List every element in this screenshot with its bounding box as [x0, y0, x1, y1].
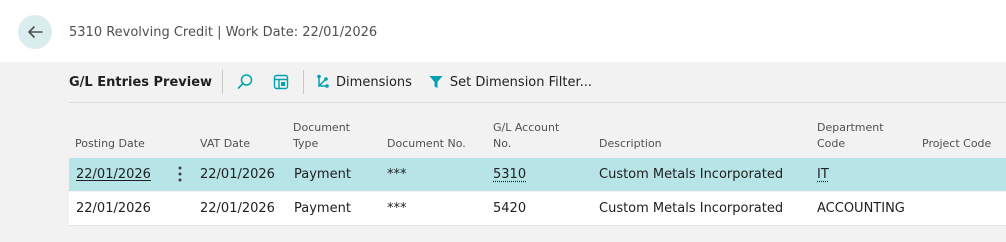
department-code-cell[interactable]: ACCOUNTING [817, 192, 905, 225]
toolbar-divider [222, 70, 224, 94]
search-button[interactable] [233, 70, 257, 94]
layout-icon [273, 74, 289, 90]
set-dimension-filter-label: Set Dimension Filter... [449, 74, 593, 90]
row-menu-button[interactable] [173, 164, 187, 184]
back-button[interactable] [18, 15, 52, 49]
document-type-cell: Payment [294, 167, 351, 182]
department-code-cell[interactable]: IT [817, 158, 829, 191]
toolbar-divider [303, 70, 305, 94]
column-header-gl-account-no[interactable]: G/L Account No. [493, 120, 559, 152]
vat-date-cell: 22/01/2026 [200, 167, 275, 182]
description-cell: Custom Metals Incorporated [599, 167, 784, 182]
column-header-description[interactable]: Description [599, 136, 662, 152]
posting-date-cell[interactable]: 22/01/2026 [76, 192, 151, 225]
document-no-cell: *** [387, 201, 407, 216]
vat-date-cell: 22/01/2026 [200, 201, 275, 216]
arrow-left-icon [28, 26, 43, 38]
part-title: G/L Entries Preview [69, 74, 213, 90]
layout-button[interactable] [269, 70, 293, 94]
column-header-department-code[interactable]: Department Code [817, 120, 884, 152]
action-bar: G/L Entries Preview Dimensions Set Dimen… [69, 62, 1006, 103]
page-header: 5310 Revolving Credit | Work Date: 22/01… [0, 0, 1006, 62]
document-type-cell: Payment [294, 201, 351, 216]
column-header-posting-date[interactable]: Posting Date [75, 136, 145, 152]
column-header-document-no[interactable]: Document No. [387, 136, 466, 152]
column-header-project-code[interactable]: Project Code [922, 136, 991, 152]
search-icon [237, 74, 253, 89]
filter-icon [429, 76, 443, 88]
description-cell: Custom Metals Incorporated [599, 201, 784, 216]
posting-date-cell[interactable]: 22/01/2026 [76, 158, 151, 191]
column-header-vat-date[interactable]: VAT Date [200, 136, 250, 152]
table-row[interactable]: 22/01/2026 22/01/2026 Payment *** 5310 C… [69, 158, 1006, 191]
dimensions-button[interactable]: Dimensions [314, 74, 412, 90]
dimensions-icon [317, 74, 329, 88]
page-title: 5310 Revolving Credit | Work Date: 22/01… [69, 25, 378, 40]
column-header-document-type[interactable]: Document Type [293, 120, 350, 152]
table-row[interactable]: 22/01/2026 22/01/2026 Payment *** 5420 C… [69, 192, 1006, 226]
more-vertical-icon [178, 166, 182, 182]
dimensions-label: Dimensions [336, 74, 412, 90]
set-dimension-filter-button[interactable]: Set Dimension Filter... [428, 74, 592, 90]
gl-account-no-cell[interactable]: 5310 [493, 158, 526, 191]
document-no-cell: *** [387, 167, 407, 182]
gl-account-no-cell[interactable]: 5420 [493, 192, 526, 225]
